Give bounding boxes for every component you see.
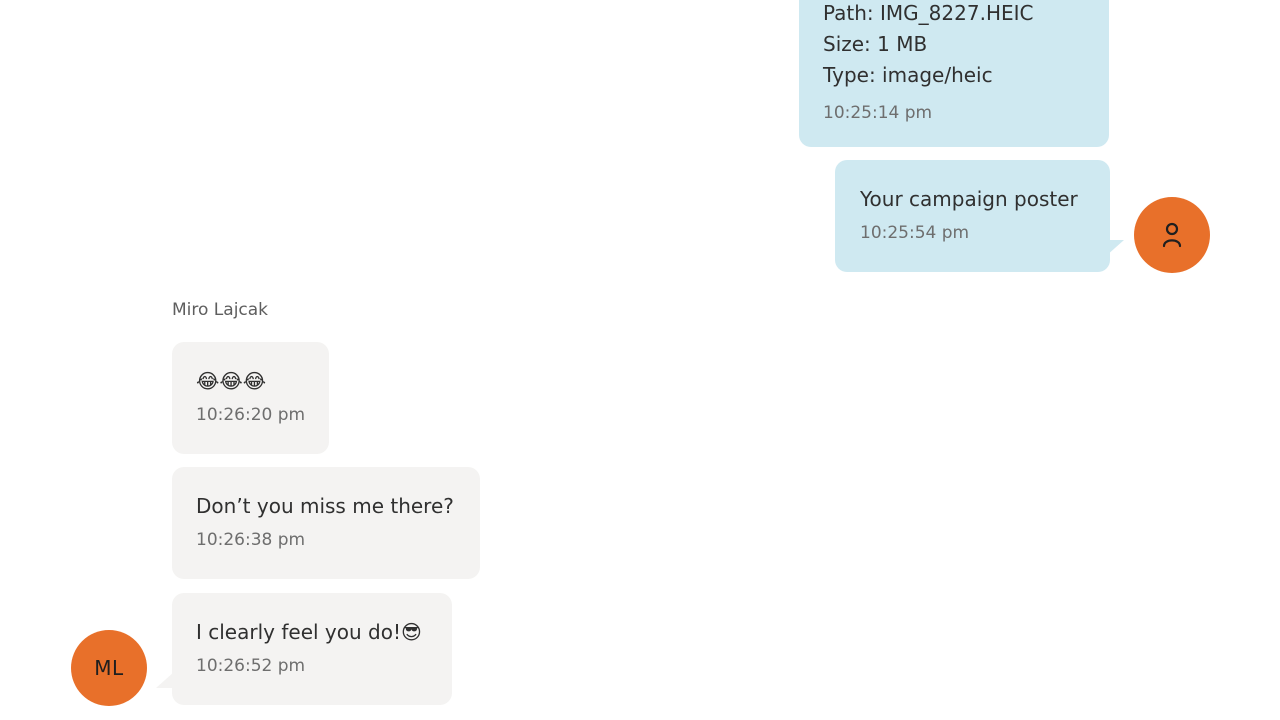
incoming-message[interactable]: I clearly feel you do!😎 10:26:52 pm [172,593,452,705]
outgoing-message[interactable]: Your campaign poster 10:25:54 pm [835,160,1110,272]
bubble-tail [1106,240,1124,256]
message-timestamp: 10:25:14 pm [823,103,933,123]
avatar-initials: ML [94,656,124,680]
file-size: Size: 1 MB [823,32,928,56]
message-text: I clearly feel you do!😎 [196,620,422,644]
message-text: Your campaign poster [860,187,1078,211]
message-text: Don’t you miss me there? [196,494,454,518]
user-icon [1162,222,1182,248]
incoming-message[interactable]: 😂😂😂 10:26:20 pm [172,342,329,454]
sender-avatar[interactable]: ML [71,630,147,706]
message-timestamp: 10:25:54 pm [860,223,970,243]
message-text: 😂😂😂 [196,369,267,393]
sender-name: Miro Lajcak [172,300,269,320]
chat-thread: Path: IMG_8227.HEIC Size: 1 MB Type: ima… [0,0,1280,720]
incoming-message[interactable]: Don’t you miss me there? 10:26:38 pm [172,467,480,579]
message-timestamp: 10:26:20 pm [196,405,306,425]
message-timestamp: 10:26:52 pm [196,656,306,676]
bubble-tail [156,672,174,688]
file-type: Type: image/heic [823,63,993,87]
file-path: Path: IMG_8227.HEIC [823,1,1034,25]
file-info-message[interactable]: Path: IMG_8227.HEIC Size: 1 MB Type: ima… [799,0,1109,147]
message-timestamp: 10:26:38 pm [196,530,306,550]
self-avatar[interactable] [1134,197,1210,273]
